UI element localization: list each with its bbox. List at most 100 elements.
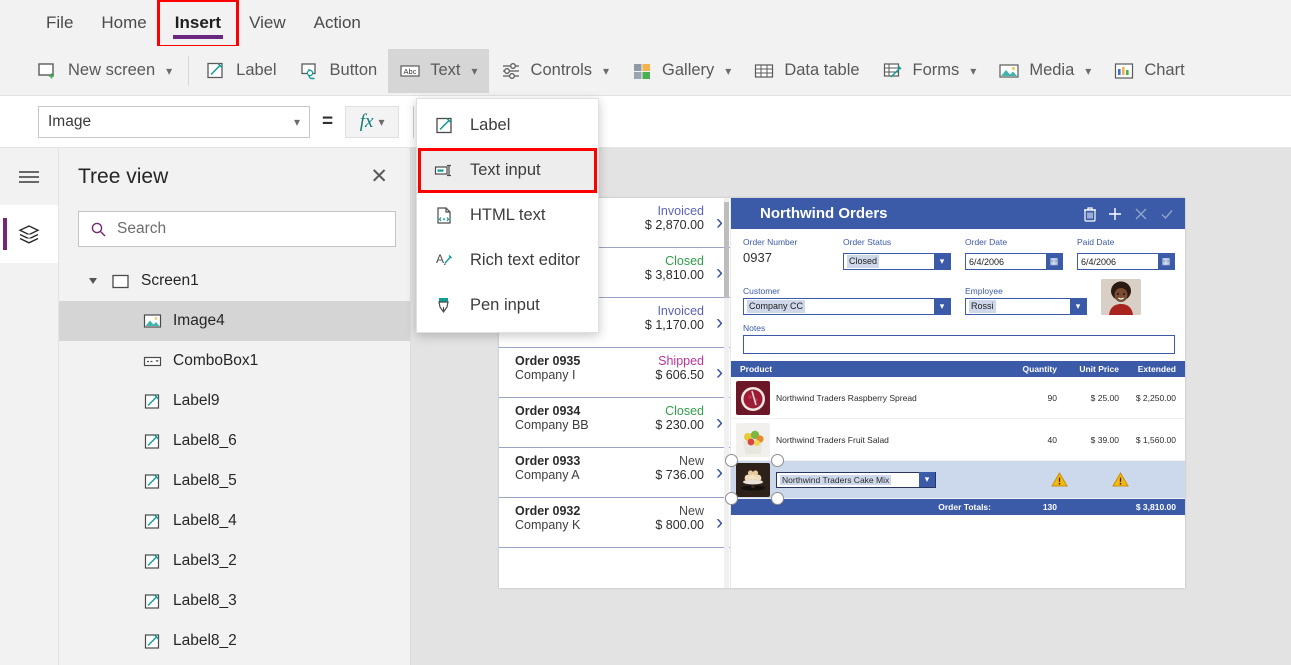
rich-text-icon: A: [434, 250, 455, 271]
menu-tab-view[interactable]: View: [235, 7, 300, 39]
chevron-down-icon[interactable]: ▾: [934, 299, 950, 314]
chevron-down-icon[interactable]: ▾: [919, 472, 935, 487]
order-company: Company A: [515, 468, 580, 482]
product-row-selected[interactable]: Northwind Traders Cake Mix ▾: [731, 461, 1185, 499]
chevron-down-icon[interactable]: ▾: [1070, 299, 1086, 314]
dropdown-item-rich-text-editor[interactable]: A Rich text editor: [417, 238, 598, 283]
ribbon-forms-button[interactable]: Forms ▾: [871, 49, 988, 93]
paid-date-picker[interactable]: 6/4/2006 ▦: [1077, 253, 1175, 270]
chevron-right-icon[interactable]: ›: [716, 211, 723, 235]
search-input[interactable]: Search: [78, 211, 396, 247]
text-input-icon: [434, 160, 455, 181]
tree-item-label8-2[interactable]: Label8_2: [59, 621, 410, 661]
calendar-icon[interactable]: ▦: [1046, 254, 1062, 269]
close-icon[interactable]: [1133, 206, 1149, 222]
product-combobox[interactable]: Northwind Traders Cake Mix ▾: [776, 472, 936, 488]
tree-view-rail-button[interactable]: [0, 205, 58, 263]
tree-item-image4[interactable]: Image4: [59, 301, 410, 341]
ribbon-controls-button[interactable]: Controls ▾: [489, 49, 620, 93]
ribbon-chart-button[interactable]: Chart: [1102, 49, 1195, 93]
controls-icon: [500, 60, 522, 82]
ribbon-label: Chart: [1144, 61, 1184, 80]
order-list-item[interactable]: Order 0932 New Company K $ 800.00 ›: [499, 498, 730, 548]
order-date-picker[interactable]: 6/4/2006 ▦: [965, 253, 1063, 270]
ribbon-media-button[interactable]: Media ▾: [987, 49, 1102, 93]
order-list-item[interactable]: Order 0933 New Company A $ 736.00 ›: [499, 448, 730, 498]
check-icon[interactable]: [1159, 206, 1175, 222]
app-preview-frame: Invoiced $ 2,870.00 › Closed $: [499, 198, 1185, 588]
dropdown-item-label: Pen input: [470, 296, 540, 315]
product-table-header: Product Quantity Unit Price Extended: [731, 361, 1185, 377]
tree-view-header: Tree view ✕: [59, 148, 410, 205]
resize-handle-top-right[interactable]: [771, 454, 784, 467]
chevron-right-icon[interactable]: ›: [716, 361, 723, 385]
ribbon-label-button[interactable]: Label: [194, 49, 287, 93]
resize-handle-bottom-left[interactable]: [725, 492, 738, 505]
order-list-scroll-thumb[interactable]: [724, 202, 729, 298]
resize-handle-bottom-right[interactable]: [771, 492, 784, 505]
chevron-expand-icon[interactable]: [89, 278, 97, 284]
order-amount: $ 800.00: [655, 518, 704, 532]
label-icon: [205, 60, 227, 82]
hamburger-menu-button[interactable]: [0, 148, 58, 205]
menu-tab-file[interactable]: File: [32, 7, 87, 39]
tree-item-label3-2[interactable]: Label3_2: [59, 541, 410, 581]
chevron-right-icon[interactable]: ›: [716, 461, 723, 485]
dropdown-item-text-input[interactable]: Text input: [417, 148, 598, 193]
menu-tab-insert[interactable]: Insert: [161, 7, 235, 39]
property-select[interactable]: Image ▾: [38, 106, 310, 138]
customer-dropdown[interactable]: Company CC ▾: [743, 298, 951, 315]
ribbon-label: Text: [430, 61, 460, 80]
tree-item-label9[interactable]: Label9: [59, 381, 410, 421]
ribbon-new-screen-button[interactable]: New screen ▾: [26, 49, 183, 93]
dropdown-item-pen-input[interactable]: Pen input: [417, 283, 598, 328]
chevron-right-icon[interactable]: ›: [716, 311, 723, 335]
order-status-dropdown[interactable]: Closed ▾: [843, 253, 951, 270]
tree-item-label8-6[interactable]: Label8_6: [59, 421, 410, 461]
trash-icon[interactable]: [1083, 206, 1097, 222]
chevron-right-icon[interactable]: ›: [716, 261, 723, 285]
chevron-down-icon[interactable]: ▾: [934, 254, 950, 269]
chart-icon: [1113, 60, 1135, 82]
selected-image-control[interactable]: [736, 463, 770, 497]
notes-input[interactable]: [743, 335, 1175, 354]
field-employee: Employee Rossi ▾: [965, 286, 1087, 315]
tree-item-label: Label8_5: [173, 472, 237, 490]
field-value: 0937: [743, 249, 829, 265]
menu-tab-action[interactable]: Action: [300, 7, 375, 39]
ribbon-button-button[interactable]: Button: [288, 49, 389, 93]
plus-icon[interactable]: [1107, 206, 1123, 222]
close-icon[interactable]: ✕: [366, 164, 392, 189]
field-notes: Notes: [743, 323, 1175, 354]
chevron-right-icon[interactable]: ›: [716, 511, 723, 535]
order-totals-bar: Order Totals: 130 $ 3,810.00: [731, 499, 1185, 515]
employee-dropdown[interactable]: Rossi ▾: [965, 298, 1087, 315]
tree-view-list: Screen1 Image4 ComboBox1: [59, 261, 410, 661]
field-label: Employee: [965, 286, 1087, 296]
field-label: Order Status: [843, 237, 951, 247]
text-abc-icon: Abc: [399, 60, 421, 82]
ribbon-label: Media: [1029, 61, 1074, 80]
menu-tab-home[interactable]: Home: [87, 7, 160, 39]
resize-handle-top-left[interactable]: [725, 454, 738, 467]
tree-item-label8-3[interactable]: Label8_3: [59, 581, 410, 621]
fx-button[interactable]: fx ▾: [345, 106, 399, 138]
tree-item-combobox1[interactable]: ComboBox1: [59, 341, 410, 381]
equals-sign: =: [322, 111, 333, 133]
dropdown-item-html-text[interactable]: HTML text: [417, 193, 598, 238]
chevron-right-icon[interactable]: ›: [716, 411, 723, 435]
calendar-icon[interactable]: ▦: [1158, 254, 1174, 269]
tree-item-label8-5[interactable]: Label8_5: [59, 461, 410, 501]
order-list-item[interactable]: Order 0934 Closed Company BB $ 230.00 ›: [499, 398, 730, 448]
ribbon-divider: [188, 56, 189, 86]
tree-item-screen1[interactable]: Screen1: [59, 261, 410, 301]
ribbon-text-button[interactable]: Abc Text ▾: [388, 49, 488, 93]
product-row[interactable]: Northwind Traders Raspberry Spread 90 $ …: [731, 377, 1185, 419]
ribbon-gallery-button[interactable]: Gallery ▾: [620, 49, 742, 93]
dropdown-item-label[interactable]: Label: [417, 103, 598, 148]
product-extended: $ 1,560.00: [1119, 435, 1185, 445]
ribbon-data-table-button[interactable]: Data table: [742, 49, 870, 93]
order-list-item[interactable]: Order 0935 Shipped Company I $ 606.50 ›: [499, 348, 730, 398]
tree-item-label8-4[interactable]: Label8_4: [59, 501, 410, 541]
product-row[interactable]: Northwind Traders Fruit Salad 40 $ 39.00…: [731, 419, 1185, 461]
